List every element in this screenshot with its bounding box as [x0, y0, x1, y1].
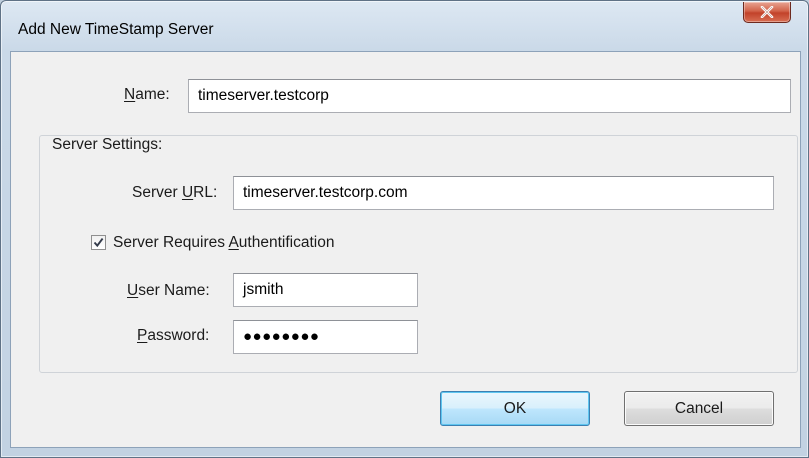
close-x-icon	[760, 6, 774, 18]
window-title: Add New TimeStamp Server	[18, 21, 214, 38]
ok-button[interactable]: OK	[440, 391, 590, 426]
checkmark-icon	[93, 238, 104, 248]
auth-checkbox-label[interactable]: Server Requires Authentification	[113, 234, 334, 252]
name-field[interactable]: timeserver.testcorp	[188, 79, 791, 113]
name-label: Name:	[124, 86, 170, 103]
dialog-window: Add New TimeStamp Server Name: timeserve…	[0, 0, 809, 458]
close-button[interactable]	[743, 2, 791, 23]
password-label: Password:	[137, 327, 210, 344]
cancel-button[interactable]: Cancel	[624, 391, 774, 426]
password-field[interactable]: ●●●●●●●●	[233, 320, 418, 354]
username-field[interactable]: jsmith	[233, 273, 418, 307]
auth-checkbox[interactable]	[91, 235, 106, 250]
server-url-label: Server URL:	[132, 184, 218, 201]
dialog-client-area: Name: timeserver.testcorp Server Setting…	[10, 51, 801, 448]
server-settings-legend: Server Settings:	[49, 136, 166, 154]
username-label: User Name:	[127, 282, 210, 299]
server-url-field[interactable]: timeserver.testcorp.com	[233, 176, 774, 210]
